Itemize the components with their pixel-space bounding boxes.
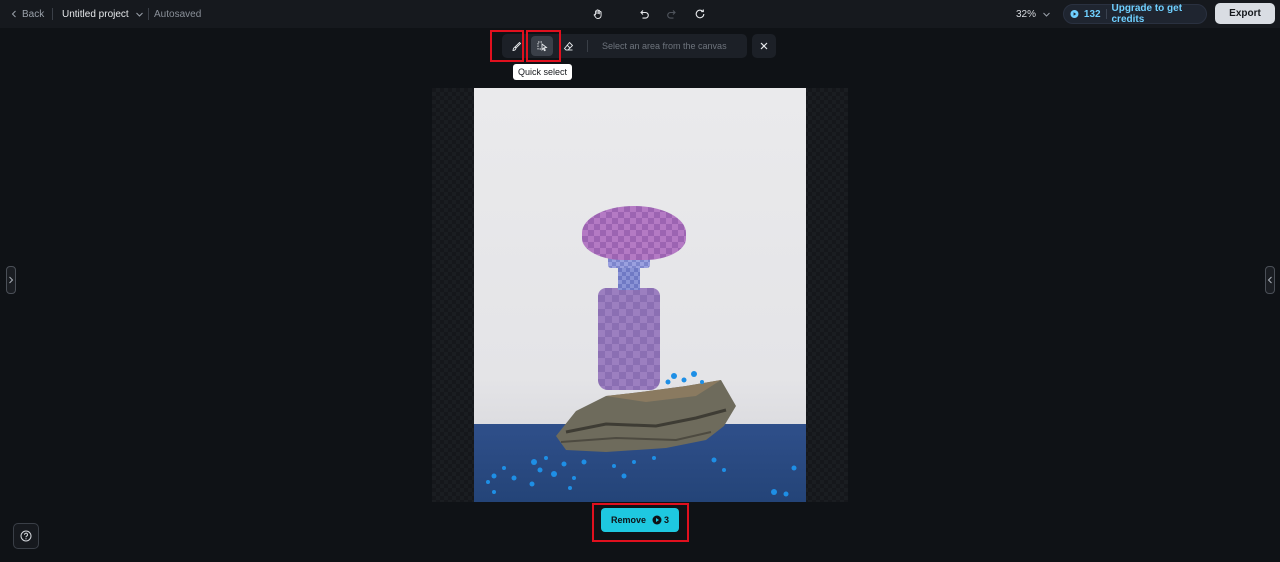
credits-icon — [1070, 9, 1079, 19]
remove-label: Remove — [610, 515, 646, 525]
divider — [52, 8, 53, 20]
back-button[interactable]: Back — [10, 0, 44, 28]
refresh-icon — [695, 9, 705, 19]
upgrade-label: Upgrade to get credits — [1111, 3, 1183, 25]
quick-select-icon — [537, 41, 548, 52]
credits-count: 132 — [1083, 8, 1101, 20]
quick-select-tool-button[interactable] — [531, 36, 553, 56]
save-status: Autosaved — [154, 8, 202, 20]
remove-cost: 3 — [652, 515, 669, 525]
undo-icon — [640, 10, 649, 19]
selection-hint: Select an area from the canvas — [602, 41, 727, 51]
top-bar: Back Untitled project Autosaved 32% 132 … — [0, 0, 1280, 28]
eraser-tool-button[interactable] — [557, 36, 579, 56]
close-icon — [760, 42, 768, 50]
close-selection-button[interactable] — [752, 34, 776, 58]
project-name: Untitled project — [62, 8, 129, 20]
remove-cost-value: 3 — [664, 515, 670, 525]
right-panel-toggle[interactable] — [1265, 266, 1275, 294]
project-name-dropdown[interactable]: Untitled project — [62, 0, 144, 28]
help-icon — [20, 530, 32, 542]
back-label: Back — [22, 8, 45, 20]
remove-button[interactable]: Remove 3 — [601, 508, 679, 532]
selected-flower-cap — [582, 206, 686, 260]
divider — [587, 40, 588, 52]
zoom-level: 32% — [1016, 8, 1037, 20]
undo-button[interactable] — [636, 6, 652, 22]
hand-icon — [593, 9, 602, 19]
zoom-dropdown[interactable]: 32% — [1016, 0, 1051, 28]
export-button[interactable]: Export — [1215, 3, 1275, 24]
divider — [1105, 9, 1107, 19]
credits-icon — [652, 515, 662, 525]
canvas-image[interactable] — [474, 88, 806, 502]
redo-icon — [667, 10, 676, 19]
chevron-left-icon — [1267, 276, 1272, 284]
blue-pebbles — [486, 371, 797, 497]
chevron-right-icon — [9, 276, 14, 284]
reset-button[interactable] — [692, 6, 708, 22]
brush-tool-button[interactable] — [505, 36, 527, 56]
hand-tool-button[interactable] — [590, 6, 606, 22]
divider — [148, 8, 149, 20]
brush-icon — [512, 41, 521, 51]
redo-button[interactable] — [664, 6, 680, 22]
selection-toolbar: Select an area from the canvas — [502, 34, 747, 58]
left-panel-toggle[interactable] — [6, 266, 16, 294]
chevron-left-icon — [11, 10, 16, 18]
history-tools — [590, 0, 708, 28]
help-button[interactable] — [13, 523, 39, 549]
quick-select-tooltip: Quick select — [513, 64, 573, 80]
chevron-down-icon — [135, 12, 143, 17]
credits-upgrade-button[interactable]: 132 Upgrade to get credits — [1063, 3, 1207, 25]
chevron-down-icon — [1043, 12, 1050, 17]
eraser-icon — [563, 41, 573, 50]
